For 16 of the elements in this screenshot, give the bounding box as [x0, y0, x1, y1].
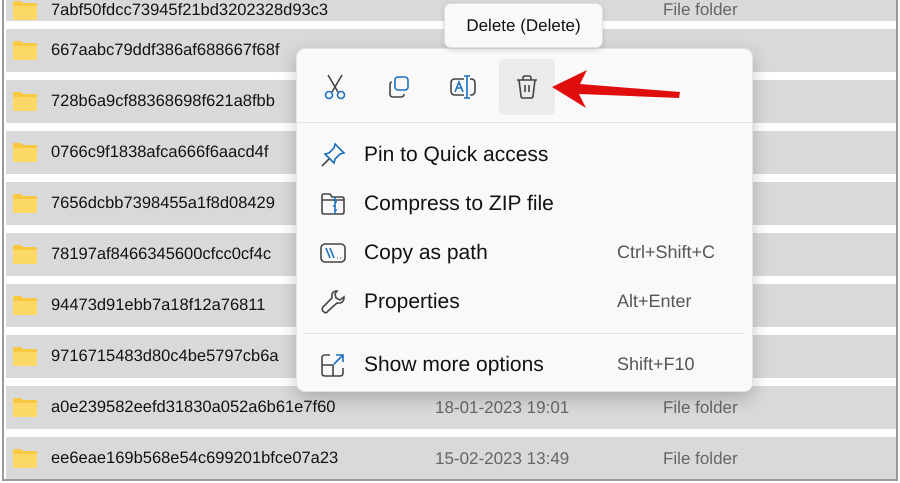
folder-name: 7abf50fdcc73945f21bd3202328d93c3: [51, 1, 328, 20]
folder-name: 9716715483d80c4be5797cb6a: [51, 347, 279, 366]
folder-name: 94473d91ebb7a18f12a76811: [51, 296, 266, 315]
item-type: File folder: [663, 448, 738, 468]
item-type: File folder: [663, 0, 738, 20]
folder-name: a0e239582eefd31830a052a6b61e7f60: [51, 398, 336, 417]
tooltip: Delete (Delete): [444, 3, 603, 48]
date-modified: 15-02-2023 13:49: [435, 448, 570, 468]
folder-name: 667aabc79ddf386af688667f68f: [51, 41, 280, 60]
folder-name: 0766c9f1838afca666f6aacd4f: [51, 143, 268, 162]
folder-name: 78197af8466345600cfcc0cf4c: [51, 245, 272, 264]
folder-name: 7656dcbb7398455a1f8d08429: [51, 194, 275, 213]
date-modified: 18-01-2023 19:01: [435, 398, 570, 418]
folder-name: ee6eae169b568e54c699201bfce07a23: [51, 449, 338, 468]
item-type: File folder: [663, 398, 738, 418]
folder-name: 728b6a9cf88368698f621a8fbb: [51, 92, 275, 111]
